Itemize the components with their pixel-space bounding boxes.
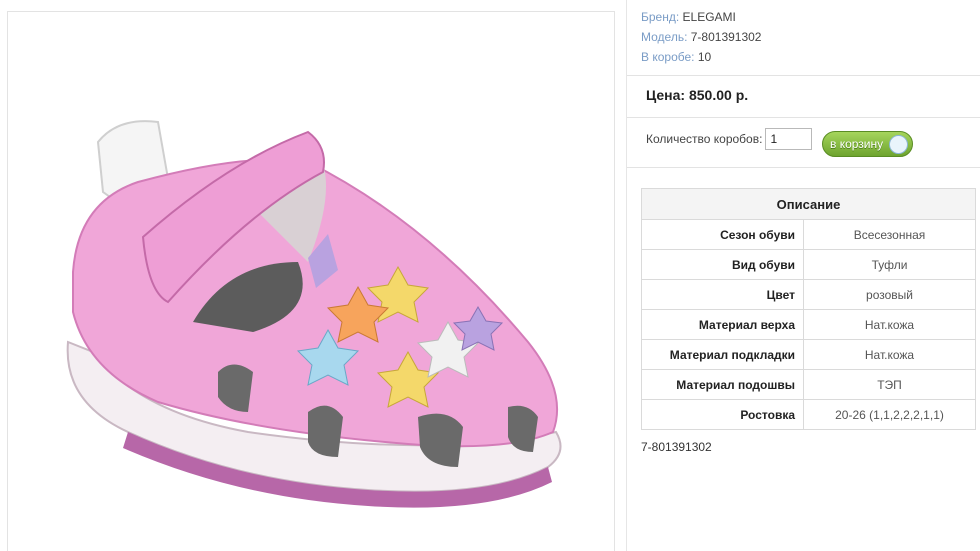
row-value: Туфли [803, 249, 976, 280]
row-key: Сезон обуви [641, 219, 804, 250]
quantity-label: Количество коробов: [646, 132, 763, 146]
description-table: Описание Сезон обуви Всесезонная Вид обу… [641, 188, 976, 430]
row-key: Материал верха [641, 309, 804, 340]
table-row: Цвет розовый [641, 279, 976, 310]
quantity-input[interactable] [765, 128, 813, 150]
brand-value: ELEGAMI [682, 10, 736, 24]
column-divider [626, 0, 627, 551]
table-row: Ростовка 20-26 (1,1,2,2,2,1,1) [641, 399, 976, 430]
box-line: В коробе: 10 [641, 47, 761, 67]
row-key: Цвет [641, 279, 804, 310]
table-row: Материал верха Нат.кожа [641, 309, 976, 340]
model-value: 7-801391302 [690, 30, 762, 44]
table-row: Сезон обуви Всесезонная [641, 219, 976, 250]
table-row: Вид обуви Туфли [641, 249, 976, 280]
price: Цена: 850.00 р. [646, 87, 748, 103]
divider-1 [627, 75, 980, 76]
row-value: Нат.кожа [803, 339, 976, 370]
row-value: 20-26 (1,1,2,2,2,1,1) [803, 399, 976, 430]
row-key: Материал подошвы [641, 369, 804, 400]
row-value: ТЭП [803, 369, 976, 400]
basket-icon [889, 135, 908, 154]
row-value: Всесезонная [803, 219, 976, 250]
add-to-cart-label: в корзину [830, 137, 884, 151]
product-sku: 7-801391302 [641, 440, 712, 454]
row-key: Материал подкладки [641, 339, 804, 370]
row-key: Вид обуви [641, 249, 804, 280]
product-info: Бренд: ELEGAMI Модель: 7-801391302 В кор… [641, 7, 761, 67]
row-value: розовый [803, 279, 976, 310]
price-label: Цена: [646, 87, 686, 103]
brand-line: Бренд: ELEGAMI [641, 7, 761, 27]
model-line: Модель: 7-801391302 [641, 27, 761, 47]
price-value: 850.00 р. [688, 87, 749, 103]
model-label: Модель: [641, 30, 688, 44]
quantity-row: Количество коробов: [646, 128, 813, 150]
row-key: Ростовка [641, 399, 804, 430]
box-label: В коробе: [641, 50, 695, 64]
box-value: 10 [697, 50, 712, 64]
divider-3 [627, 167, 980, 168]
sandal-illustration [66, 120, 562, 508]
brand-label: Бренд: [641, 10, 680, 24]
table-row: Материал подкладки Нат.кожа [641, 339, 976, 370]
row-value: Нат.кожа [803, 309, 976, 340]
divider-2 [627, 117, 980, 118]
description-title: Описание [641, 188, 976, 220]
table-row: Материал подошвы ТЭП [641, 369, 976, 400]
product-image[interactable] [7, 11, 615, 551]
add-to-cart-button[interactable]: в корзину [822, 131, 913, 157]
